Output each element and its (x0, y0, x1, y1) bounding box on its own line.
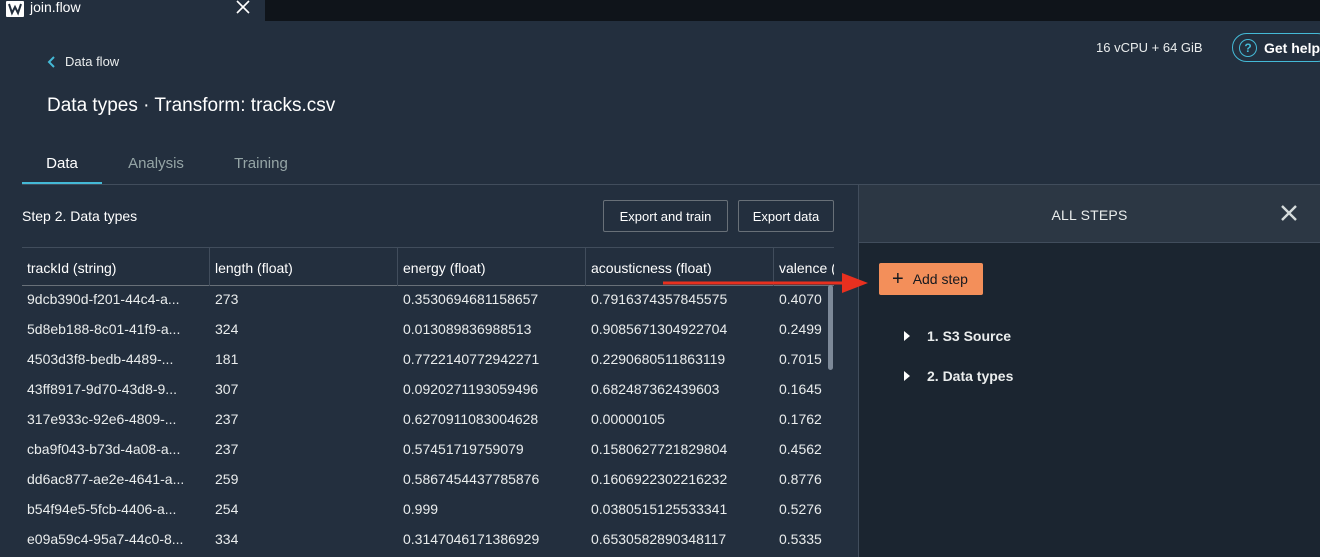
table-row: 43ff8917-9d70-43d8-9... 307 0.092027119305… (22, 375, 834, 405)
add-step-label: Add step (912, 271, 968, 287)
table-cell: 254 (215, 501, 239, 517)
flow-logo-icon (6, 1, 24, 17)
export-and-train-button[interactable]: Export and train (603, 200, 728, 232)
table-cell: dd6ac877-ae2e-4641-a... (27, 471, 185, 487)
annotation-arrow-icon (663, 273, 868, 293)
table-cell: 0.5276 (779, 501, 822, 517)
table-cell: 259 (215, 471, 239, 487)
table-cell: 0.5867454437785876 (403, 471, 540, 487)
step-label: Step 2. Data types (22, 208, 138, 224)
step-item-data-types[interactable]: 2. Data types (904, 368, 1013, 384)
table-cell: 0.00000105 (591, 411, 665, 427)
breadcrumb-label: Data flow (65, 54, 120, 69)
steps-panel-title: ALL STEPS (1051, 207, 1128, 223)
table-cell: 0.6270911083004628 (403, 411, 539, 427)
table-cell: 334 (215, 531, 239, 547)
table-cell: 0.3147046171386929 (403, 531, 540, 547)
caret-right-icon (904, 331, 910, 341)
table-cell: cba9f043-b73d-4a08-a... (27, 441, 181, 457)
add-step-button[interactable]: + Add step (879, 263, 983, 295)
table-cell: 0.013089836988513 (403, 321, 532, 337)
table-cell: 4503d3f8-bedb-4489-... (27, 351, 174, 367)
editor-tab-bar: join.flow (0, 0, 1320, 21)
table-cell: 0.57451719759079 (403, 441, 524, 457)
table-cell: 273 (215, 291, 239, 307)
table-row: dd6ac877-ae2e-4641-a... 259 0.586745443778… (22, 465, 834, 495)
table-row: 4503d3f8-bedb-4489-... 181 0.7722140772942… (22, 345, 834, 375)
table-row: e09a59c4-95a7-44c0-8... 334 0.314704617138… (22, 525, 834, 555)
table-cell: 317e933c-92e6-4809-... (27, 411, 177, 427)
table-cell: 0.0380515125533341 (591, 501, 728, 517)
caret-right-icon (904, 371, 910, 381)
page-title: Data types · Transform: tracks.csv (47, 95, 336, 116)
table-cell: 0.7722140772942271 (403, 351, 540, 367)
table-cell: 0.2290680511863119 (591, 351, 726, 367)
table-cell: 0.6530582890348117 (591, 531, 727, 547)
table-cell: 0.3530694681158657 (403, 291, 539, 307)
table-cell: 0.2499 (779, 321, 822, 337)
table-row: 5d8eb188-8c01-41f9-a... 324 0.013089836988… (22, 315, 834, 345)
tab-analysis[interactable]: Analysis (122, 150, 190, 184)
table-row: b54f94e5-5fcb-4406-a... 254 0.999 0.0380515… (22, 495, 834, 525)
tab-data[interactable]: Data (22, 150, 102, 184)
table-cell: 0.0920271193059496 (403, 381, 539, 397)
export-data-button[interactable]: Export data (738, 200, 834, 232)
table-cell: 0.682487362439603 (591, 381, 720, 397)
compute-resources[interactable]: 16 vCPU + 64 GiB (1096, 40, 1203, 55)
tab-training[interactable]: Training (228, 150, 294, 184)
close-icon[interactable] (1279, 203, 1299, 223)
table-cell: 0.7015 (779, 351, 822, 367)
table-cell: 237 (215, 411, 239, 427)
table-cell: 9dcb390d-f201-44c4-a... (27, 291, 180, 307)
file-tab[interactable]: join.flow (0, 0, 265, 21)
table-cell: 307 (215, 381, 239, 397)
table-cell: 0.1762 (779, 411, 822, 427)
file-tab-label: join.flow (30, 0, 81, 15)
table-cell: 0.8776 (779, 471, 822, 487)
table-cell: e09a59c4-95a7-44c0-8... (27, 531, 184, 547)
plus-icon: + (892, 268, 904, 290)
table-cell: 0.1645 (779, 381, 822, 397)
help-icon: ? (1239, 38, 1257, 57)
table-row: cba9f043-b73d-4a08-a... 237 0.574517197590… (22, 435, 834, 465)
table-cell: 0.1606922302216232 (591, 471, 728, 487)
table-cell: 43ff8917-9d70-43d8-9... (27, 381, 177, 397)
steps-panel-header: ALL STEPS (859, 185, 1320, 243)
table-cell: 0.5335 (779, 531, 822, 547)
table-cell: 0.9085671304922704 (591, 321, 728, 337)
step-item-s3-source[interactable]: 1. S3 Source (904, 328, 1011, 344)
close-tab-icon[interactable] (234, 0, 252, 17)
table-cell: 0.999 (403, 501, 439, 517)
chevron-left-icon (47, 55, 55, 68)
get-help-label: Get help (1264, 39, 1320, 56)
step-item-label: 2. Data types (927, 368, 1014, 384)
table-cell: b54f94e5-5fcb-4406-a... (27, 501, 177, 517)
get-help-button[interactable]: ? Get help (1232, 33, 1320, 62)
column-header[interactable]: trackId (string) (22, 248, 210, 286)
breadcrumb[interactable]: Data flow (47, 54, 119, 69)
table-cell: 5d8eb188-8c01-41f9-a... (27, 321, 181, 337)
table-row: 317e933c-92e6-4809-... 237 0.6270911083004… (22, 405, 834, 435)
table-cell: 0.1580627721829804 (591, 441, 728, 457)
column-header[interactable]: energy (float) (398, 248, 586, 286)
table-cell: 324 (215, 321, 239, 337)
table-cell: 181 (215, 351, 239, 367)
table-cell: 237 (215, 441, 239, 457)
column-header[interactable]: length (float) (210, 248, 398, 286)
table-cell: 0.4562 (779, 441, 822, 457)
step-item-label: 1. S3 Source (927, 328, 1012, 344)
